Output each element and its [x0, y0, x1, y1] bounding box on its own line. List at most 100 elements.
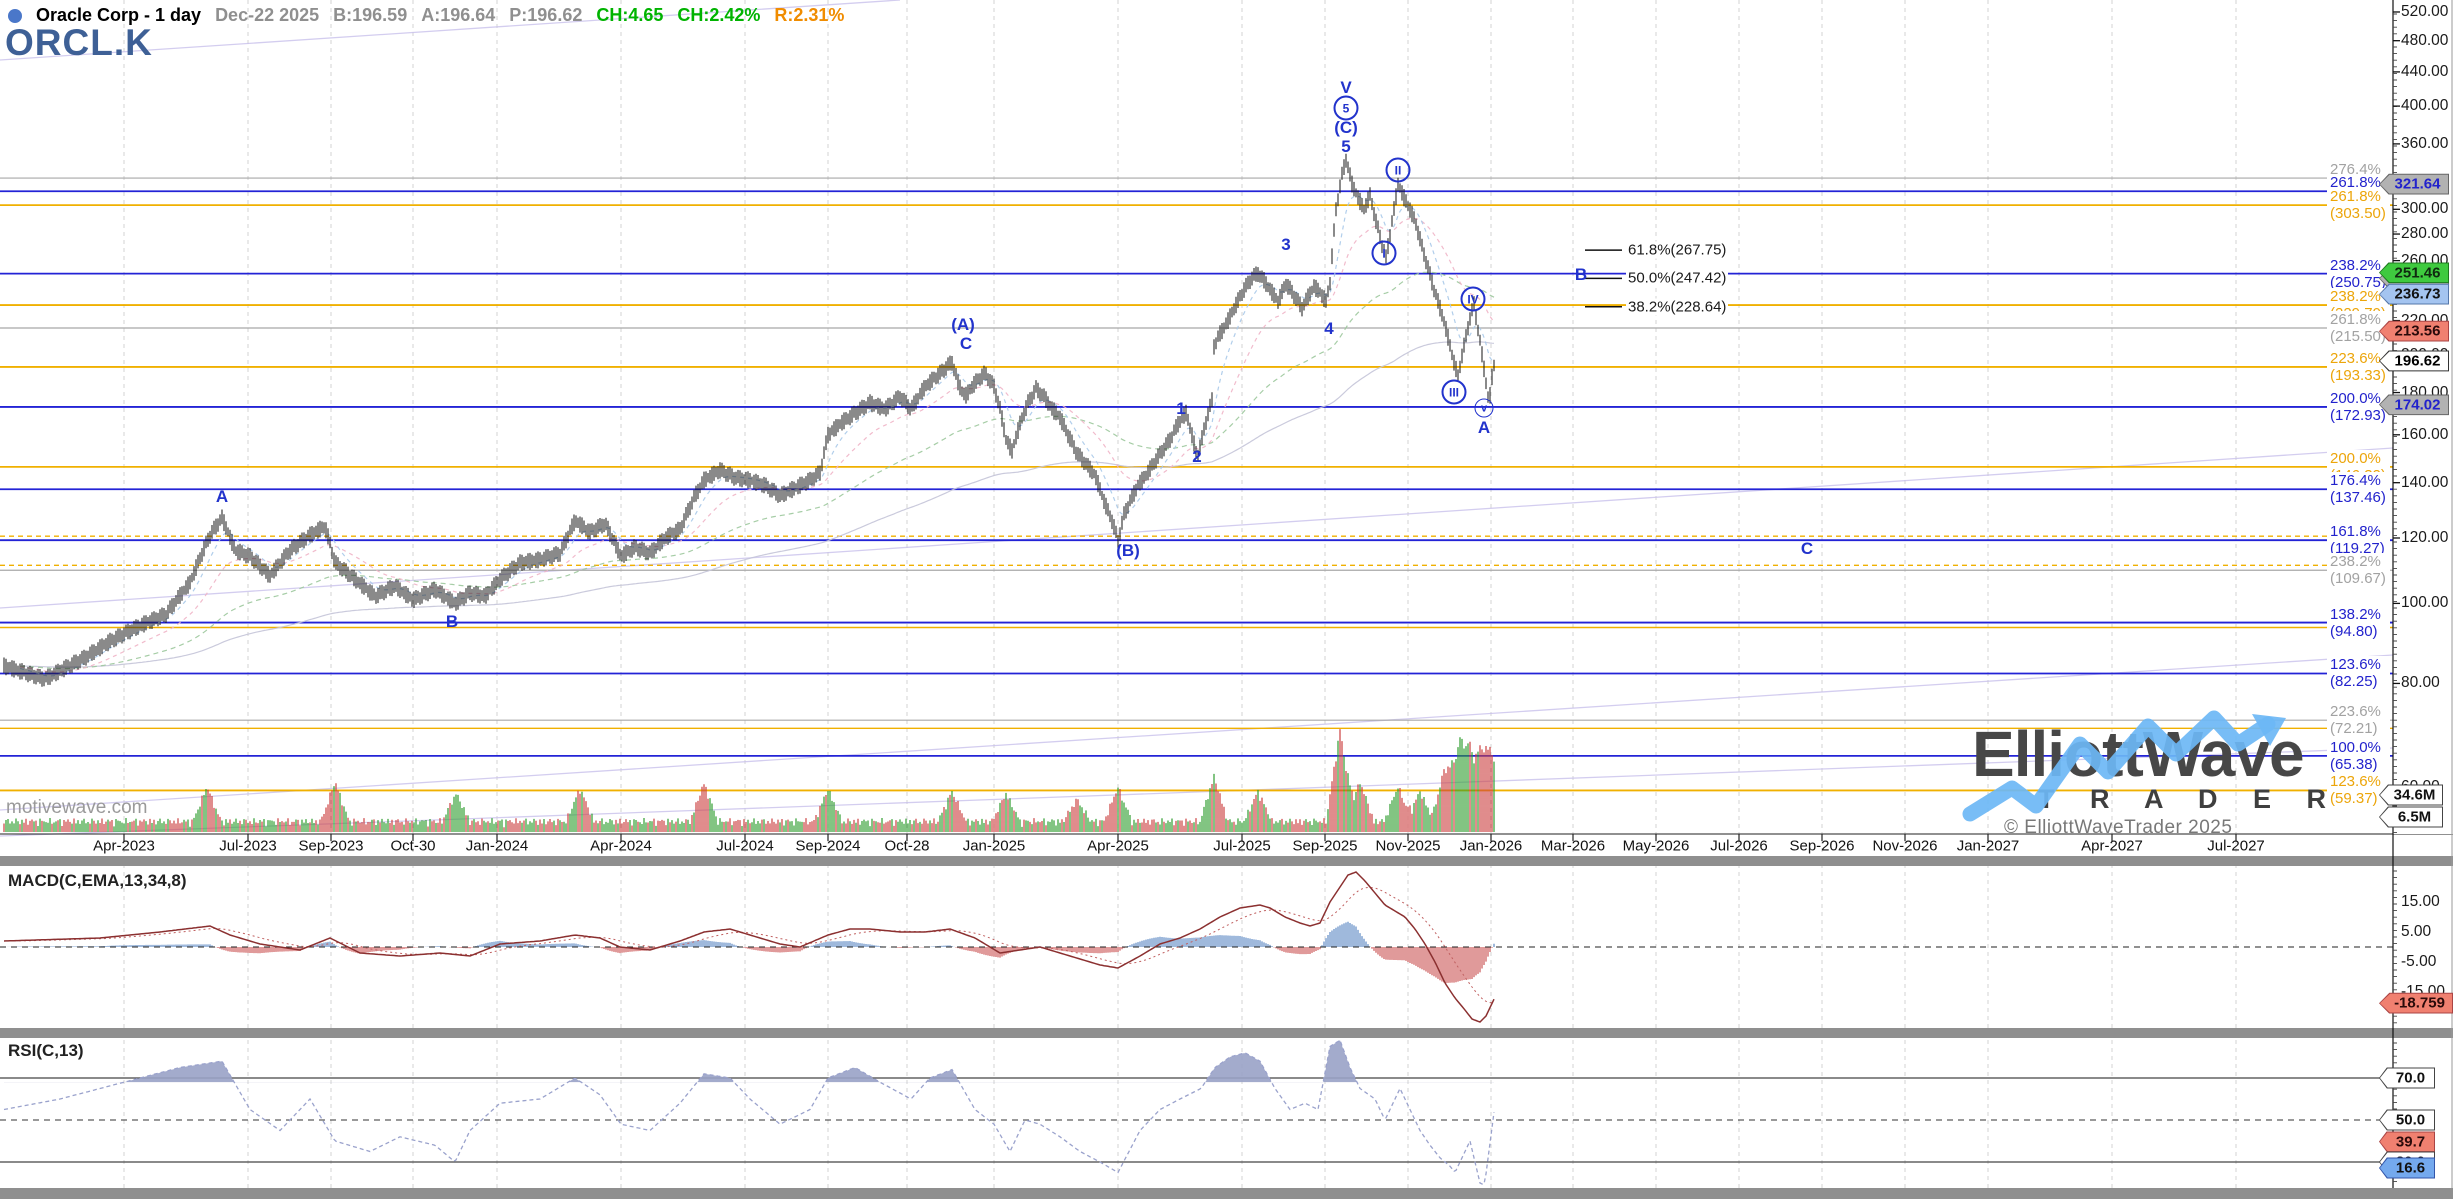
elliott-wave-label-A: (A) — [951, 315, 975, 335]
elliott-wave-label-II: II — [1386, 158, 1411, 183]
date-axis-label: Apr-2027 — [2081, 838, 2143, 855]
elliott-wave-label-B: B — [446, 612, 458, 632]
date-axis-label: Sep-2024 — [795, 838, 860, 855]
elliott-wave-label-C: C — [960, 334, 972, 354]
elliott-wave-label-III: III — [1442, 380, 1467, 405]
date-axis-label: Jul-2023 — [219, 838, 277, 855]
date-axis-label: Sep-2023 — [298, 838, 363, 855]
chart-window: ElliottWave T R A D E R® © ElliottWaveTr… — [0, 0, 2453, 1199]
quote-range: R:2.31% — [774, 5, 844, 26]
elliott-wave-label-C: C — [1801, 539, 1813, 559]
elliott-wave-label-5: 5 — [1341, 137, 1350, 157]
fib-level-label: 123.6%(59.37) — [2327, 773, 2390, 807]
price-axis-tick: 100.00 — [2401, 594, 2448, 612]
quote-change-pct: CH:2.42% — [677, 5, 760, 26]
date-axis-label: Sep-2025 — [1292, 838, 1357, 855]
quote-date: Dec-22 2025 — [215, 5, 319, 26]
fib-level-label: 123.6%(82.25) — [2327, 656, 2390, 690]
elliott-wave-label-3: 3 — [1281, 235, 1290, 255]
fib-level-label: 238.2%(109.67) — [2327, 553, 2390, 587]
price-axis-tick: 360.00 — [2401, 135, 2448, 153]
rsi-pane-title: RSI(C,13) — [8, 1041, 84, 1061]
date-axis-label: Jan-2024 — [466, 838, 529, 855]
price-axis-tick: 120.00 — [2401, 529, 2448, 547]
logo-zigzag-arrow-icon — [1952, 710, 2312, 830]
fib-level-label: 100.0%(65.38) — [2327, 739, 2390, 773]
fib-level-label: 138.2%(94.80) — [2327, 606, 2390, 640]
elliott-wave-label-B: B — [1575, 265, 1587, 285]
date-axis-label: Apr-2024 — [590, 838, 652, 855]
chart-canvas-svg[interactable] — [0, 0, 2453, 1199]
instrument-bullet-icon — [8, 9, 22, 23]
fib-level-label: 261.8%(303.50) — [2327, 188, 2390, 222]
price-axis-tick: 440.00 — [2401, 63, 2448, 81]
elliott-wave-label-4: 4 — [1324, 319, 1333, 339]
rsi-level-badge-50.0: 50.0 — [2379, 1110, 2435, 1131]
quote-ask: A:196.64 — [421, 5, 495, 26]
date-axis-label: Jul-2026 — [1710, 838, 1768, 855]
date-axis-label: Oct-30 — [390, 838, 435, 855]
date-axis-label: Jul-2025 — [1213, 838, 1271, 855]
date-axis-label: Nov-2026 — [1872, 838, 1937, 855]
price-badge-321.64: 321.64 — [2379, 174, 2449, 195]
price-badge-174.02: 174.02 — [2379, 394, 2449, 415]
price-axis-tick: 140.00 — [2401, 474, 2448, 492]
date-axis-label: Nov-2025 — [1375, 838, 1440, 855]
price-axis-tick: 400.00 — [2401, 97, 2448, 115]
macd-axis-tick: -5.00 — [2401, 953, 2436, 971]
quote-change: CH:4.65 — [596, 5, 663, 26]
date-axis-label: Apr-2023 — [93, 838, 155, 855]
macd-value-badge: -18.759 — [2379, 993, 2453, 1014]
date-axis-label: Jul-2024 — [716, 838, 774, 855]
elliott-wave-label-A: A — [1478, 418, 1490, 438]
date-axis-label: Oct-28 — [884, 838, 929, 855]
price-badge-213.56: 213.56 — [2379, 321, 2449, 342]
quote-bid: B:196.59 — [333, 5, 407, 26]
date-axis-label: Sep-2026 — [1789, 838, 1854, 855]
elliott-wave-label-I: I — [1372, 241, 1397, 266]
price-axis-tick: 80.00 — [2401, 674, 2440, 692]
elliott-wave-label-IV: IV — [1461, 287, 1486, 312]
price-badge-196.62: 196.62 — [2379, 350, 2449, 371]
elliott-wave-label-v: v — [1475, 399, 1494, 418]
volume-badge-6.5M: 6.5M — [2379, 807, 2443, 828]
fib-level-label: 223.6%(72.21) — [2327, 703, 2390, 737]
quote-last: P:196.62 — [509, 5, 582, 26]
price-axis-tick: 280.00 — [2401, 225, 2448, 243]
elliott-wave-label-C: (C) — [1334, 118, 1358, 138]
macd-pane-title: MACD(C,EMA,13,34,8) — [8, 871, 187, 891]
fib-level-label: 161.8%(119.27) — [2327, 523, 2390, 557]
date-axis-label: Jan-2026 — [1460, 838, 1523, 855]
macd-axis-tick: 5.00 — [2401, 923, 2431, 941]
elliott-wave-label-B: (B) — [1116, 541, 1140, 561]
rsi-level-badge-16.6: 16.6 — [2379, 1158, 2435, 1179]
fib-retracement-label: 61.8%(267.75) — [1626, 242, 1728, 259]
price-axis-tick: 160.00 — [2401, 426, 2448, 444]
elliott-wave-label-1: 1 — [1176, 399, 1185, 419]
elliottwavetrader-logo: ElliottWave T R A D E R® © ElliottWaveTr… — [1972, 722, 2349, 839]
fib-level-label: 176.4%(137.46) — [2327, 472, 2390, 506]
date-axis-label: May-2026 — [1623, 838, 1690, 855]
price-axis-tick: 300.00 — [2401, 200, 2448, 218]
date-axis-label: Jan-2025 — [963, 838, 1026, 855]
fib-level-label: 261.8%(215.50) — [2327, 311, 2390, 345]
symbol-label: ORCL.K — [5, 22, 153, 64]
price-badge-236.73: 236.73 — [2379, 284, 2449, 305]
price-axis-tick: 480.00 — [2401, 32, 2448, 50]
fib-retracement-label: 38.2%(228.64) — [1626, 298, 1728, 315]
fib-level-label: 200.0%(172.93) — [2327, 390, 2390, 424]
date-axis-label: Jan-2027 — [1957, 838, 2020, 855]
motivewave-watermark: motivewave.com — [6, 797, 148, 819]
elliott-wave-label-A: A — [216, 487, 228, 507]
macd-axis-tick: 15.00 — [2401, 893, 2440, 911]
fib-retracement-label: 50.0%(247.42) — [1626, 270, 1728, 287]
date-axis-label: Apr-2025 — [1087, 838, 1149, 855]
price-axis-tick: 520.00 — [2401, 3, 2448, 21]
rsi-level-badge-39.7: 39.7 — [2379, 1131, 2435, 1152]
date-axis-label: Jul-2027 — [2207, 838, 2265, 855]
price-badge-251.46: 251.46 — [2379, 262, 2449, 283]
volume-badge-34.6M: 34.6M — [2379, 785, 2443, 806]
date-axis-label: Mar-2026 — [1541, 838, 1605, 855]
elliott-wave-label-5: 5 — [1334, 96, 1359, 121]
fib-level-label: 223.6%(193.33) — [2327, 350, 2390, 384]
